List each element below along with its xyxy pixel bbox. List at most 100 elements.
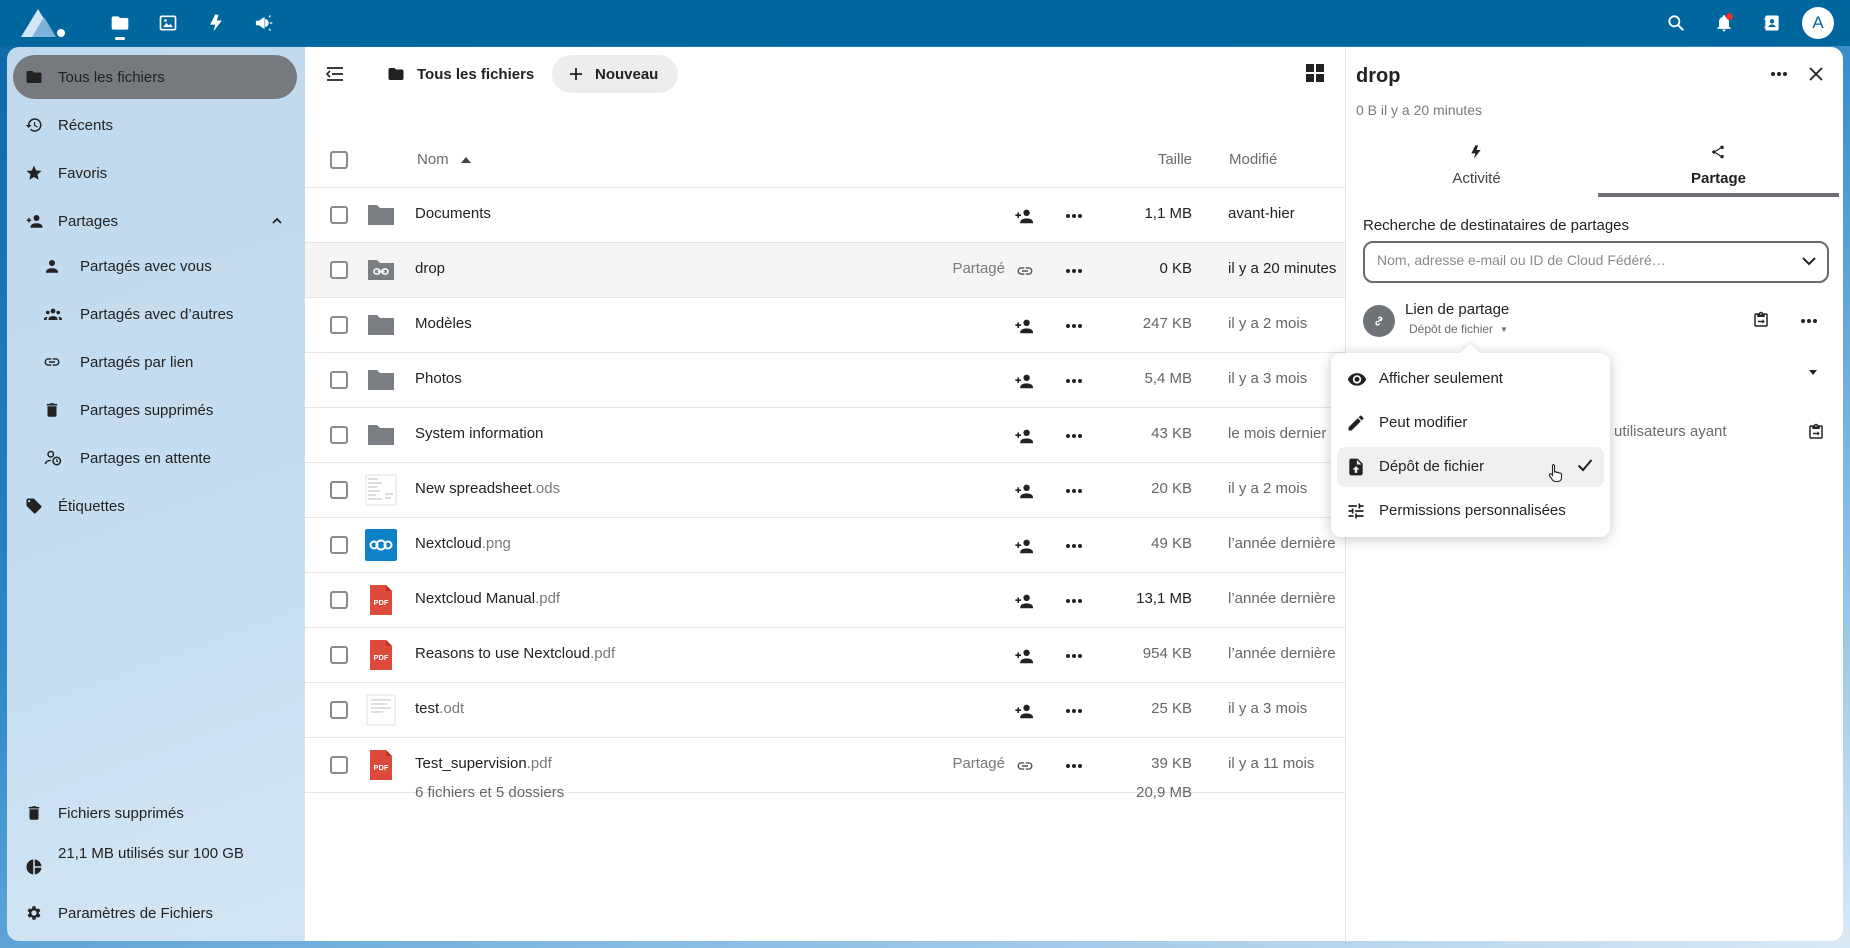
close-icon[interactable] <box>1799 57 1833 91</box>
row-checkbox[interactable] <box>330 316 348 334</box>
chevron-up-icon[interactable] <box>271 215 283 227</box>
share-permission-dropdown[interactable]: Dépôt de fichier ▼ <box>1409 322 1508 336</box>
sidebar-item-pending-shares[interactable]: Partages en attente <box>13 436 297 480</box>
breadcrumb[interactable]: Tous les fichiers <box>387 55 534 93</box>
row-checkbox[interactable] <box>330 481 348 499</box>
sidebar-item-shared-with-others[interactable]: Partagés avec d’autres <box>13 292 297 336</box>
share-person-icon[interactable] <box>1011 697 1039 725</box>
share-person-icon[interactable] <box>1011 312 1039 340</box>
menu-item-can-edit[interactable]: Peut modifier <box>1337 403 1604 443</box>
sidebar-item-shared-by-link[interactable]: Partagés par lien <box>13 340 297 384</box>
column-name-header[interactable]: Nom <box>417 151 471 168</box>
row-actions-icon[interactable] <box>1060 587 1088 615</box>
row-actions-icon[interactable] <box>1060 422 1088 450</box>
app-announcements-icon[interactable] <box>240 0 288 46</box>
share-person-icon[interactable] <box>1011 532 1039 560</box>
new-button[interactable]: Nouveau <box>552 55 678 93</box>
sidebar-item-tags[interactable]: Étiquettes <box>13 484 297 528</box>
caret-down-icon[interactable] <box>1807 366 1819 378</box>
table-row[interactable]: Documents 1,1 MB avant-hier <box>305 188 1345 243</box>
sidebar-item-deleted-shares[interactable]: Partages supprimés <box>13 388 297 432</box>
table-row[interactable]: drop Partagé 0 KB il y a 20 minutes <box>305 243 1345 298</box>
table-row[interactable]: System information 43 KB le mois dernier <box>305 408 1345 463</box>
menu-item-custom-permissions[interactable]: Permissions personnalisées <box>1337 491 1604 531</box>
sidebar-deleted-files[interactable]: Fichiers supprimés <box>13 791 297 835</box>
share-link-icon[interactable] <box>1011 257 1039 285</box>
row-checkbox[interactable] <box>330 756 348 774</box>
tab-sharing[interactable]: Partage <box>1598 139 1839 197</box>
table-row[interactable]: Modèles 247 KB il y a 2 mois <box>305 298 1345 353</box>
share-search-field[interactable] <box>1363 241 1829 283</box>
row-checkbox[interactable] <box>330 701 348 719</box>
notifications-icon[interactable] <box>1700 0 1748 46</box>
file-name[interactable]: System information <box>415 425 543 442</box>
row-actions-icon[interactable] <box>1060 312 1088 340</box>
row-checkbox[interactable] <box>330 371 348 389</box>
row-actions-icon[interactable] <box>1060 257 1088 285</box>
sidebar-item-shares[interactable]: Partages <box>13 199 297 243</box>
nextcloud-logo[interactable] <box>18 5 68 41</box>
table-row[interactable]: PDF Reasons to use Nextcloud.pdf 954 KB l’a… <box>305 628 1345 683</box>
app-files-icon[interactable] <box>96 0 144 46</box>
file-name[interactable]: Test_supervision.pdf <box>415 755 552 772</box>
file-name[interactable]: Nextcloud Manual.pdf <box>415 590 560 607</box>
share-person-icon[interactable] <box>1011 642 1039 670</box>
share-link-icon[interactable] <box>1011 752 1039 780</box>
share-person-icon[interactable] <box>1011 422 1039 450</box>
tab-activity[interactable]: Activité <box>1356 139 1597 197</box>
user-avatar[interactable]: A <box>1802 7 1834 39</box>
chevron-down-icon[interactable] <box>1801 253 1817 269</box>
table-row[interactable]: New spreadsheet.ods 20 KB il y a 2 mois <box>305 463 1345 518</box>
table-row[interactable]: test.odt 25 KB il y a 3 mois <box>305 683 1345 738</box>
row-actions-icon[interactable] <box>1060 752 1088 780</box>
file-name[interactable]: Reasons to use Nextcloud.pdf <box>415 645 615 662</box>
file-name[interactable]: New spreadsheet.ods <box>415 480 560 497</box>
share-person-icon[interactable] <box>1011 367 1039 395</box>
sidebar-item-label: Fichiers supprimés <box>58 804 184 822</box>
sidebar-item-recent[interactable]: Récents <box>13 103 297 147</box>
column-size-header[interactable]: Taille <box>1158 151 1192 168</box>
app-activity-icon[interactable] <box>192 0 240 46</box>
share-person-icon[interactable] <box>1011 477 1039 505</box>
table-row[interactable]: PDF Nextcloud Manual.pdf 13,1 MB l’année de… <box>305 573 1345 628</box>
row-actions-icon[interactable] <box>1060 697 1088 725</box>
row-actions-icon[interactable] <box>1060 202 1088 230</box>
column-modified-header[interactable]: Modifié <box>1229 151 1277 168</box>
row-actions-icon[interactable] <box>1060 642 1088 670</box>
select-all-checkbox[interactable] <box>330 151 348 169</box>
row-checkbox[interactable] <box>330 536 348 554</box>
table-row[interactable]: Photos 5,4 MB il y a 3 mois <box>305 353 1345 408</box>
row-actions-icon[interactable] <box>1060 532 1088 560</box>
file-name[interactable]: drop <box>415 260 445 277</box>
file-name[interactable]: test.odt <box>415 700 464 717</box>
row-checkbox[interactable] <box>330 206 348 224</box>
row-checkbox[interactable] <box>330 591 348 609</box>
share-person-icon[interactable] <box>1011 202 1039 230</box>
file-name[interactable]: Nextcloud.png <box>415 535 511 552</box>
row-checkbox[interactable] <box>330 646 348 664</box>
sidebar-item-shared-with-you[interactable]: Partagés avec vous <box>13 244 297 288</box>
contacts-icon[interactable] <box>1748 0 1796 46</box>
file-name[interactable]: Documents <box>415 205 491 222</box>
sidebar-item-favorites[interactable]: Favoris <box>13 151 297 195</box>
sidebar-item-all-files[interactable]: Tous les fichiers <box>13 55 297 99</box>
share-person-icon[interactable] <box>1011 587 1039 615</box>
row-checkbox[interactable] <box>330 261 348 279</box>
toggle-navigation-icon[interactable] <box>319 58 351 90</box>
copy-link-icon[interactable] <box>1752 310 1770 330</box>
table-row[interactable]: Nextcloud.png 49 KB l’année dernière <box>305 518 1345 573</box>
grid-view-icon[interactable] <box>1305 63 1325 83</box>
share-search-input[interactable] <box>1377 252 1777 268</box>
file-name[interactable]: Modèles <box>415 315 472 332</box>
row-actions-icon[interactable] <box>1060 367 1088 395</box>
sidebar-settings[interactable]: Paramètres de Fichiers <box>13 891 297 935</box>
copy-internal-link-icon[interactable] <box>1807 422 1825 442</box>
file-name[interactable]: Photos <box>415 370 462 387</box>
search-icon[interactable] <box>1652 0 1700 46</box>
menu-item-view-only[interactable]: Afficher seulement <box>1337 359 1604 399</box>
panel-more-icon[interactable] <box>1762 57 1796 91</box>
app-photos-icon[interactable] <box>144 0 192 46</box>
share-link-more-icon[interactable] <box>1801 310 1817 332</box>
row-actions-icon[interactable] <box>1060 477 1088 505</box>
row-checkbox[interactable] <box>330 426 348 444</box>
